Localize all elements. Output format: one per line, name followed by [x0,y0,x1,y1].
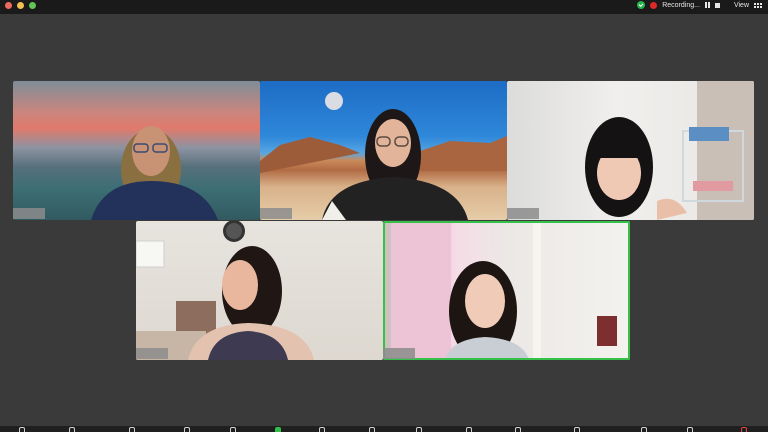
more-icon[interactable] [571,426,583,432]
chat-icon[interactable] [227,426,239,432]
participant-name-label [136,348,168,359]
video-icon[interactable] [66,426,78,432]
reactions-icon[interactable] [366,426,378,432]
participant-video [91,126,218,220]
participant-video [391,221,617,360]
view-button[interactable]: View [734,2,749,9]
recording-label: Recording... [662,1,700,9]
video-gallery [0,14,768,426]
encryption-shield-icon[interactable] [637,1,646,9]
participant-video [136,221,314,360]
security-icon[interactable] [126,426,138,432]
meeting-toolbar [0,426,768,432]
participant-name-label [13,208,45,219]
participant-name-label [260,208,292,219]
participant-tile-active-speaker[interactable] [383,221,630,360]
gallery-grid-icon[interactable] [754,2,762,8]
participant-tile[interactable] [507,81,754,220]
meeting-status-group: Recording... View [637,0,762,10]
title-bar: Recording... View [0,0,768,14]
captions-icon[interactable] [638,426,650,432]
participant-video [585,81,754,220]
apps-icon[interactable] [413,426,425,432]
share-screen-icon[interactable] [272,426,284,432]
participant-tile[interactable] [13,81,260,220]
participant-video [260,92,507,220]
recording-dot-icon [650,1,658,9]
stop-recording-icon[interactable] [714,2,720,8]
participant-name-label [507,208,539,219]
microphone-icon[interactable] [16,426,28,432]
minimize-window-icon[interactable] [17,2,24,9]
pause-recording-icon[interactable] [704,2,710,8]
record-icon[interactable] [316,426,328,432]
participants-icon[interactable] [181,426,193,432]
whiteboard-icon[interactable] [463,426,475,432]
leave-icon[interactable] [738,426,750,432]
maximize-window-icon[interactable] [29,2,36,9]
notes-icon[interactable] [512,426,524,432]
close-window-icon[interactable] [5,2,12,9]
participant-tile[interactable] [260,81,507,220]
participant-tile[interactable] [136,221,383,360]
participant-name-label [383,348,415,359]
help-icon[interactable] [684,426,696,432]
